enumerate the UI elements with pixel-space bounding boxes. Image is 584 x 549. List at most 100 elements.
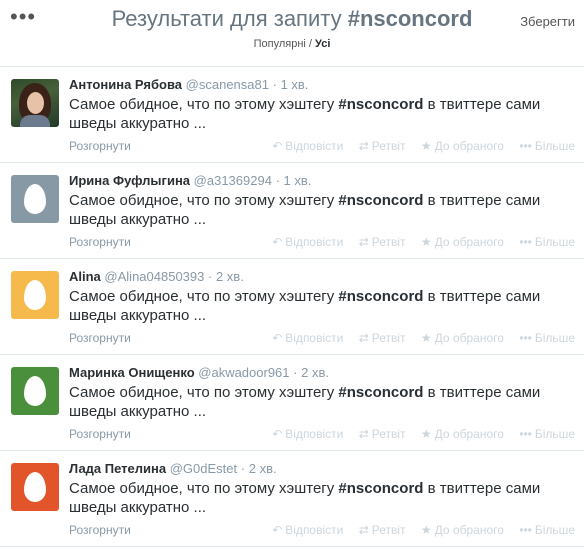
tweet-text-before: Самое обидное, что по этому хэштегу: [69, 384, 339, 401]
more-label: Більше: [534, 235, 575, 249]
retweet-button[interactable]: ⇄ Ретвіт: [359, 139, 406, 153]
favorite-button[interactable]: ★ До обраного: [421, 235, 504, 249]
tweet-meta: Alina @Alina04850393 · 2 хв.: [69, 269, 244, 284]
user-handle[interactable]: @scanensa81: [186, 77, 269, 92]
tweet-time[interactable]: 2 хв.: [249, 461, 277, 476]
avatar[interactable]: [11, 367, 59, 415]
reply-button[interactable]: ↶ Відповісти: [272, 235, 343, 249]
retweet-icon: ⇄: [358, 427, 369, 441]
reply-label: Відповісти: [285, 523, 344, 537]
tweet-item[interactable]: Лада Петелина @G0dEstet · 2 хв. Самое об…: [0, 451, 584, 547]
more-button[interactable]: ••• Більше: [519, 331, 575, 345]
tweet-time[interactable]: 2 хв.: [216, 269, 244, 284]
tweet-timeline: Антонина Рябова @scanensa81 · 1 хв. Само…: [0, 67, 584, 547]
favorite-button[interactable]: ★ До обраного: [421, 523, 504, 537]
more-icon: •••: [519, 139, 532, 153]
save-search-button[interactable]: Зберегти: [520, 14, 575, 29]
reply-button[interactable]: ↶ Відповісти: [272, 331, 343, 345]
tweet-text: Самое обидное, что по этому хэштегу #nsc…: [69, 287, 574, 325]
retweet-label: Ретвіт: [371, 427, 406, 441]
more-button[interactable]: ••• Більше: [519, 139, 575, 153]
hashtag-link[interactable]: #nsconcord: [338, 480, 423, 497]
hashtag-link[interactable]: #nsconcord: [338, 192, 423, 209]
reply-label: Відповісти: [285, 331, 344, 345]
reply-icon: ↶: [272, 139, 283, 153]
tweet-item[interactable]: Антонина Рябова @scanensa81 · 1 хв. Само…: [0, 67, 584, 163]
user-handle[interactable]: @Alina04850393: [104, 269, 204, 284]
more-button[interactable]: ••• Більше: [519, 523, 575, 537]
reply-icon: ↶: [272, 523, 283, 537]
favorite-label: До обраного: [434, 331, 504, 345]
user-name[interactable]: Антонина Рябова: [69, 77, 182, 92]
retweet-label: Ретвіт: [371, 331, 406, 345]
reply-icon: ↶: [272, 235, 283, 249]
favorite-label: До обраного: [434, 523, 504, 537]
more-button[interactable]: ••• Більше: [519, 235, 575, 249]
meta-dot: ·: [293, 365, 298, 380]
reply-label: Відповісти: [285, 139, 344, 153]
reply-button[interactable]: ↶ Відповісти: [272, 523, 343, 537]
tweet-time[interactable]: 1 хв.: [284, 173, 312, 188]
tweet-meta: Антонина Рябова @scanensa81 · 1 хв.: [69, 77, 308, 92]
tweet-item[interactable]: Alina @Alina04850393 · 2 хв. Самое обидн…: [0, 259, 584, 355]
user-name[interactable]: Маринка Онищенко: [69, 365, 195, 380]
retweet-button[interactable]: ⇄ Ретвіт: [359, 331, 406, 345]
retweet-label: Ретвіт: [371, 139, 406, 153]
avatar[interactable]: [11, 271, 59, 319]
user-handle[interactable]: @G0dEstet: [170, 461, 237, 476]
hashtag-link[interactable]: #nsconcord: [338, 288, 423, 305]
avatar[interactable]: [11, 175, 59, 223]
star-icon: ★: [420, 235, 432, 249]
meta-dot: ·: [275, 173, 280, 188]
reply-button[interactable]: ↶ Відповісти: [272, 427, 343, 441]
expand-link[interactable]: Розгорнути: [69, 427, 131, 441]
tab-all[interactable]: Усі: [315, 38, 330, 50]
tweet-item[interactable]: Ирина Фуфлыгина @a31369294 · 1 хв. Самое…: [0, 163, 584, 259]
retweet-label: Ретвіт: [371, 523, 406, 537]
user-handle[interactable]: @akwadoor961: [198, 365, 289, 380]
default-egg-avatar-icon: [24, 472, 46, 502]
tweet-text: Самое обидное, что по этому хэштегу #nsc…: [69, 191, 574, 229]
page-title: Результати для запиту #nsconcord: [0, 6, 584, 32]
tweet-text: Самое обидное, что по этому хэштегу #nsc…: [69, 479, 574, 517]
favorite-button[interactable]: ★ До обраного: [421, 139, 504, 153]
retweet-button[interactable]: ⇄ Ретвіт: [359, 235, 406, 249]
favorite-button[interactable]: ★ До обраного: [421, 427, 504, 441]
default-egg-avatar-icon: [24, 280, 46, 310]
more-icon: •••: [519, 427, 532, 441]
avatar[interactable]: [11, 79, 59, 127]
meta-dot: ·: [240, 461, 246, 476]
avatar-body: [20, 115, 50, 127]
expand-link[interactable]: Розгорнути: [69, 139, 131, 153]
hashtag-link[interactable]: #nsconcord: [338, 384, 423, 401]
tab-top[interactable]: Популярні: [254, 38, 306, 50]
favorite-button[interactable]: ★ До обраного: [421, 331, 504, 345]
tweet-actions: ↶ Відповісти ⇄ Ретвіт ★ До обраного ••• Біль…: [260, 139, 575, 153]
hashtag-link[interactable]: #nsconcord: [338, 96, 423, 113]
reply-label: Відповісти: [285, 235, 344, 249]
retweet-icon: ⇄: [358, 331, 369, 345]
user-name[interactable]: Лада Петелина: [69, 461, 166, 476]
tab-separator: /: [305, 38, 316, 50]
retweet-button[interactable]: ⇄ Ретвіт: [359, 427, 406, 441]
user-name[interactable]: Alina: [69, 269, 101, 284]
tweet-text-before: Самое обидное, что по этому хэштегу: [69, 192, 339, 209]
tweet-time[interactable]: 1 хв.: [281, 77, 309, 92]
expand-link[interactable]: Розгорнути: [69, 523, 131, 537]
tweet-meta: Ирина Фуфлыгина @a31369294 · 1 хв.: [69, 173, 311, 188]
tweet-time[interactable]: 2 хв.: [301, 365, 329, 380]
expand-link[interactable]: Розгорнути: [69, 331, 131, 345]
more-button[interactable]: ••• Більше: [519, 427, 575, 441]
tweet-meta: Маринка Онищенко @akwadoor961 · 2 хв.: [69, 365, 329, 380]
reply-button[interactable]: ↶ Відповісти: [272, 139, 343, 153]
default-egg-avatar-icon: [24, 376, 46, 406]
favorite-label: До обраного: [434, 235, 504, 249]
meta-dot: ·: [208, 269, 213, 284]
retweet-button[interactable]: ⇄ Ретвіт: [359, 523, 406, 537]
avatar[interactable]: [11, 463, 59, 511]
user-name[interactable]: Ирина Фуфлыгина: [69, 173, 190, 188]
tweet-meta: Лада Петелина @G0dEstet · 2 хв.: [69, 461, 277, 476]
user-handle[interactable]: @a31369294: [194, 173, 272, 188]
tweet-item[interactable]: Маринка Онищенко @akwadoor961 · 2 хв. Са…: [0, 355, 584, 451]
expand-link[interactable]: Розгорнути: [69, 235, 131, 249]
